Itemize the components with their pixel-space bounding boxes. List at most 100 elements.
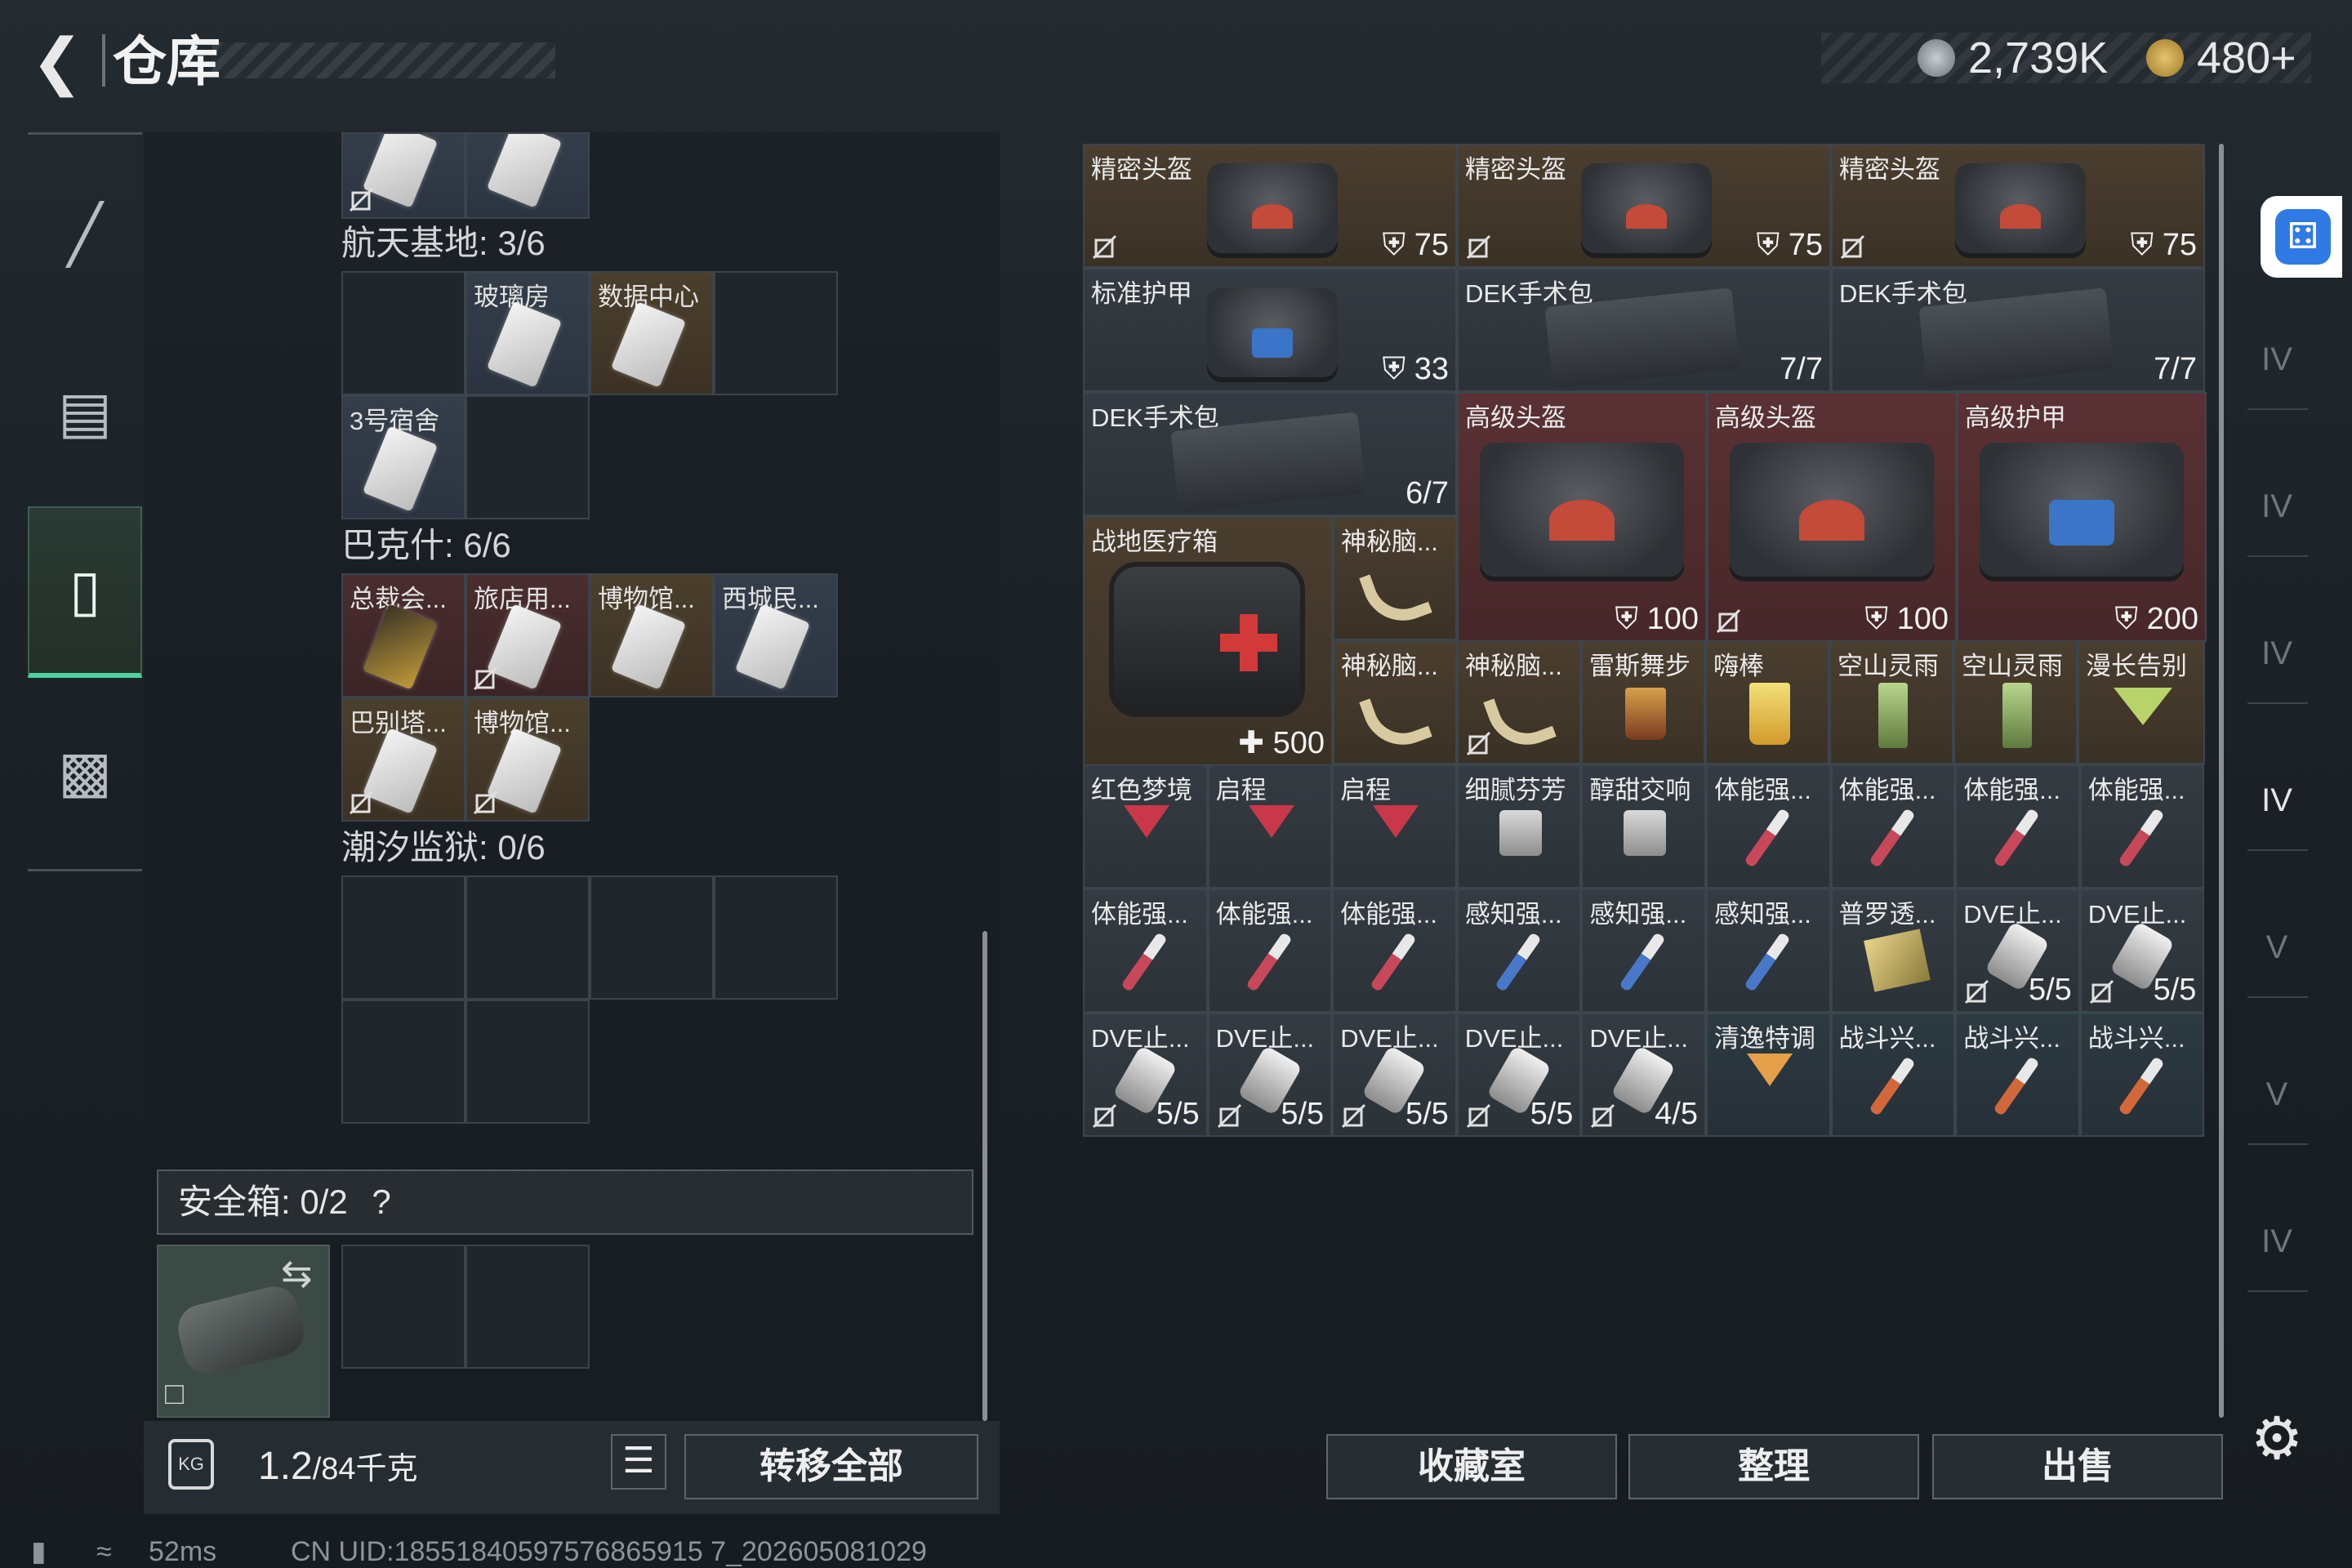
- stash-item[interactable]: 醇甜交响: [1581, 764, 1706, 889]
- collection-slot-empty[interactable]: [714, 875, 838, 1000]
- safe-box-item[interactable]: ⇆ □: [157, 1245, 330, 1418]
- container-tab-icon[interactable]: IV: [2238, 327, 2316, 392]
- collection-slot-empty[interactable]: [466, 1000, 590, 1124]
- stash-item[interactable]: DVE止... 5/5: [1332, 1013, 1457, 1137]
- weapon-icon[interactable]: ╱: [28, 149, 142, 320]
- safe-box-header[interactable]: 安全箱: 0/2 ?: [157, 1169, 973, 1235]
- collection-slot[interactable]: 旅店用...: [466, 573, 590, 697]
- stash-item[interactable]: 红色梦境: [1083, 764, 1208, 889]
- stash-item[interactable]: 体能强...: [1332, 889, 1457, 1013]
- safe-slot-empty[interactable]: [341, 1245, 466, 1369]
- collection-slot-empty[interactable]: [341, 875, 466, 1000]
- stash-item[interactable]: 漫长告别: [2078, 640, 2205, 764]
- stash-item[interactable]: 细腻芬芳: [1456, 764, 1582, 889]
- collection-slot[interactable]: [341, 132, 466, 219]
- chest-rig-icon[interactable]: ▯: [28, 506, 142, 678]
- container-tab-icon[interactable]: IV: [2238, 474, 2316, 539]
- stash-item[interactable]: 战斗兴...: [1955, 1013, 2080, 1137]
- stash-item[interactable]: 体能强...: [1955, 764, 2080, 889]
- collection-room-button[interactable]: 收藏室: [1326, 1434, 1617, 1499]
- collection-slot[interactable]: 博物馆...: [590, 573, 714, 697]
- settings-gear-icon[interactable]: ⚙: [2244, 1406, 2310, 1472]
- stash-item[interactable]: 体能强...: [1207, 889, 1333, 1013]
- stash-item[interactable]: 神秘脑...: [1333, 516, 1457, 640]
- toolbox-icon[interactable]: ▩: [28, 686, 142, 858]
- stash-item[interactable]: 精密头盔 ⛨ 75: [1831, 144, 2205, 268]
- collection-slot-empty[interactable]: [466, 875, 590, 1000]
- list-icon[interactable]: ☰: [611, 1434, 666, 1490]
- stash-item[interactable]: 启程: [1207, 764, 1333, 889]
- collection-slot-empty[interactable]: [590, 875, 714, 1000]
- title-stripe-decoration: [212, 42, 555, 78]
- collection-slot-empty[interactable]: [714, 271, 838, 395]
- stash-item[interactable]: 神秘脑...: [1333, 640, 1457, 764]
- stash-item[interactable]: 清逸特调: [1706, 1013, 1831, 1137]
- collection-slot[interactable]: 巴别塔...: [341, 697, 466, 822]
- stash-item[interactable]: DVE止... 5/5: [1083, 1013, 1208, 1137]
- stash-item[interactable]: 感知强...: [1456, 889, 1582, 1013]
- stash-item[interactable]: DVE止... 5/5: [1207, 1013, 1333, 1137]
- stash-item[interactable]: 嗨棒: [1705, 640, 1829, 764]
- collection-slot[interactable]: 西城民...: [714, 573, 838, 697]
- collection-slot[interactable]: 数据中心: [590, 271, 714, 395]
- swap-icon[interactable]: ⇆: [281, 1251, 313, 1295]
- stash-item[interactable]: 精密头盔 ⛨ 75: [1083, 144, 1457, 268]
- stash-item[interactable]: DEK手术包 6/7: [1083, 392, 1457, 516]
- container-tab-icon[interactable]: IV: [2238, 621, 2316, 686]
- collection-slot[interactable]: 总裁会...: [341, 573, 466, 697]
- help-icon[interactable]: ?: [372, 1183, 390, 1221]
- left-scrollbar[interactable]: [982, 931, 987, 1421]
- injector-icon: [1494, 932, 1542, 992]
- stash-item[interactable]: 感知强...: [1706, 889, 1831, 1013]
- stash-item[interactable]: 高级头盔 ⛨ 100: [1457, 392, 1707, 642]
- stash-item[interactable]: DEK手术包 7/7: [1831, 268, 2205, 392]
- collection-slot[interactable]: 玻璃房: [466, 271, 590, 395]
- organize-button[interactable]: 整理: [1628, 1434, 1919, 1499]
- stash-item[interactable]: 启程: [1332, 764, 1457, 889]
- stash-item[interactable]: 高级头盔 ⛨ 100: [1707, 392, 1957, 642]
- stash-item[interactable]: 神秘脑...: [1457, 640, 1581, 764]
- stash-item[interactable]: DVE止... 5/5: [1955, 889, 2080, 1013]
- collection-slot-empty[interactable]: [341, 271, 466, 395]
- collection-slot[interactable]: 博物馆...: [466, 697, 590, 822]
- stash-item[interactable]: DEK手术包 7/7: [1457, 268, 1831, 392]
- stash-item[interactable]: DVE止... 4/5: [1581, 1013, 1706, 1137]
- stash-item[interactable]: DVE止... 5/5: [2079, 889, 2205, 1013]
- stash-item[interactable]: 战斗兴...: [1830, 1013, 1956, 1137]
- stash-item[interactable]: 高级护甲 ⛨ 200: [1957, 392, 2207, 642]
- stash-item[interactable]: 普罗透...: [1830, 889, 1956, 1013]
- stash-item[interactable]: 空山灵雨: [1829, 640, 1953, 764]
- currency-gold[interactable]: 480+: [2197, 29, 2296, 87]
- stash-panel: 精密头盔 ⛨ 75 精密头盔 ⛨ 75 精密头盔 ⛨ 75 标准护甲 ⛨ 33 …: [1083, 140, 2210, 1512]
- sell-button[interactable]: 出售: [1932, 1434, 2223, 1499]
- stash-item[interactable]: 精密头盔 ⛨ 75: [1457, 144, 1831, 268]
- stash-item[interactable]: 标准护甲 ⛨ 33: [1083, 268, 1457, 392]
- item-label: 战斗兴...: [1963, 1024, 2061, 1053]
- stash-scrollbar[interactable]: [2219, 144, 2224, 1418]
- back-arrow-icon[interactable]: ❮: [24, 29, 90, 95]
- stash-item[interactable]: 战斗兴...: [2079, 1013, 2205, 1137]
- stash-item[interactable]: 空山灵雨: [1953, 640, 2078, 764]
- stash-item[interactable]: 感知强...: [1581, 889, 1706, 1013]
- backpack-icon[interactable]: ▤: [28, 327, 142, 498]
- stash-item[interactable]: DVE止... 5/5: [1456, 1013, 1582, 1137]
- stash-item[interactable]: 战地医疗箱 ✚ 500: [1083, 516, 1333, 766]
- accessibility-icon[interactable]: ⚃: [2275, 209, 2331, 265]
- transfer-all-button[interactable]: 转移全部: [684, 1434, 978, 1499]
- stash-item[interactable]: 雷斯舞步: [1581, 640, 1705, 764]
- add-container-tab-icon[interactable]: IV: [2238, 768, 2316, 833]
- container-tab-icon[interactable]: IV: [2238, 1209, 2316, 1274]
- stash-item[interactable]: 体能强...: [1083, 889, 1208, 1013]
- safe-slot-empty[interactable]: [466, 1245, 590, 1369]
- stash-item[interactable]: 体能强...: [1830, 764, 1956, 889]
- container-tab-icon[interactable]: V: [2238, 915, 2316, 980]
- collection-slot-empty[interactable]: [466, 395, 590, 519]
- collection-slot-empty[interactable]: [341, 1000, 466, 1124]
- stash-item[interactable]: 体能强...: [2079, 764, 2205, 889]
- container-tab-icon[interactable]: V: [2238, 1062, 2316, 1127]
- collection-slot[interactable]: 3号宿舍: [341, 395, 466, 519]
- stash-item[interactable]: 体能强...: [1706, 764, 1831, 889]
- item-count: 5/5: [2028, 973, 2072, 1007]
- no-trade-icon: [473, 666, 498, 691]
- collection-slot[interactable]: [466, 132, 590, 219]
